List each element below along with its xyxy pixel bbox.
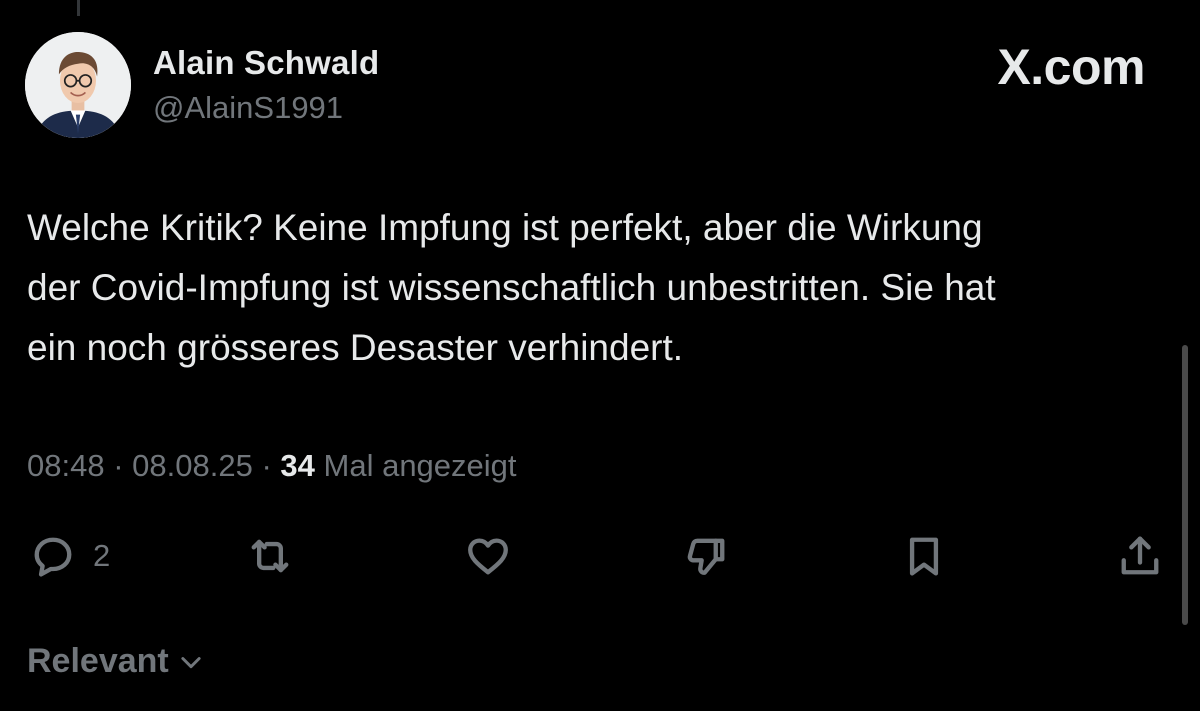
sort-label: Relevant xyxy=(27,642,169,680)
chevron-down-icon xyxy=(181,656,201,668)
dislike-button[interactable] xyxy=(680,528,732,584)
like-button[interactable] xyxy=(462,528,514,584)
avatar[interactable] xyxy=(25,32,131,138)
brand-logo-text: X.com xyxy=(997,39,1145,95)
tweet-meta: 08:48 · 08.08.25 · 34 Mal angezeigt xyxy=(27,448,517,484)
views-label: Mal angezeigt xyxy=(323,448,517,483)
author-handle[interactable]: @AlainS1991 xyxy=(153,90,343,126)
share-button[interactable] xyxy=(1114,528,1166,584)
repost-icon xyxy=(251,539,289,573)
reply-bubble-icon xyxy=(34,537,72,577)
bookmark-icon xyxy=(909,537,939,576)
scrollbar[interactable] xyxy=(1182,345,1188,625)
meta-separator: · xyxy=(113,448,124,483)
views-count: 34 xyxy=(280,448,315,483)
author-name[interactable]: Alain Schwald xyxy=(153,44,379,82)
share-icon xyxy=(1121,536,1159,575)
bookmark-button[interactable] xyxy=(898,528,950,584)
tweet-time[interactable]: 08:48 xyxy=(27,448,105,483)
reply-count: 2 xyxy=(93,538,111,573)
sort-dropdown[interactable]: Relevant xyxy=(27,642,205,681)
tweet-date[interactable]: 08.08.25 xyxy=(132,448,253,483)
avatar-image xyxy=(25,32,131,138)
thread-connector-line xyxy=(77,0,80,16)
reply-button[interactable]: 2 xyxy=(27,528,110,584)
tweet-text: Welche Kritik? Keine Impfung ist perfekt… xyxy=(27,207,996,368)
meta-separator: · xyxy=(261,448,272,483)
thumbs-down-icon xyxy=(687,538,725,575)
heart-icon xyxy=(468,538,508,575)
tweet-action-bar: 2 xyxy=(0,528,1200,588)
repost-button[interactable] xyxy=(244,528,296,584)
